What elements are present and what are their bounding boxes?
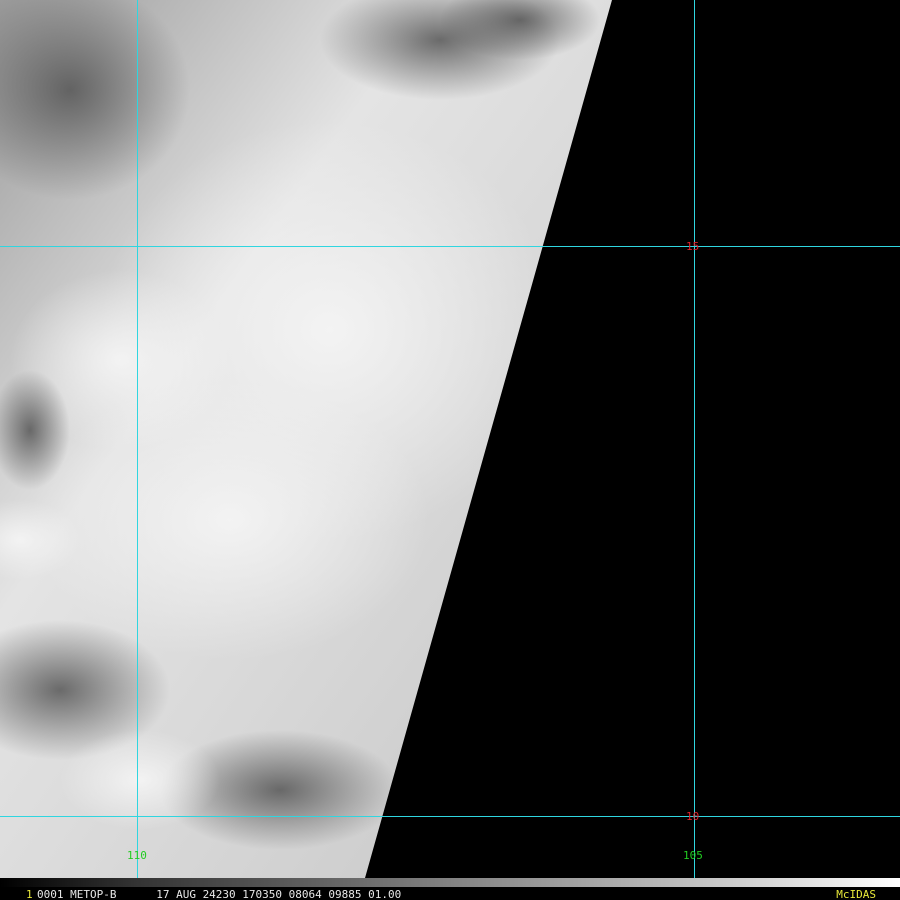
lat-label-10: 10 — [686, 810, 700, 823]
lon-label-105: 105 — [683, 849, 703, 862]
lat-label-15: 15 — [686, 240, 700, 253]
satellite-image — [0, 0, 900, 878]
info-bar: 1 0001 METOP-B 17 AUG 24230 170350 08064… — [0, 878, 900, 900]
frame-number: 1 — [26, 888, 33, 900]
mcidas-brand: McIDAS — [836, 888, 876, 900]
image-info-text: 0001 METOP-B 17 AUG 24230 170350 08064 0… — [37, 888, 402, 900]
lon-label-110: 110 — [127, 849, 147, 862]
grayscale-bar — [0, 878, 900, 887]
satellite-frame: 15 10 110 105 1 0001 METOP-B 17 AUG 2423… — [0, 0, 900, 900]
